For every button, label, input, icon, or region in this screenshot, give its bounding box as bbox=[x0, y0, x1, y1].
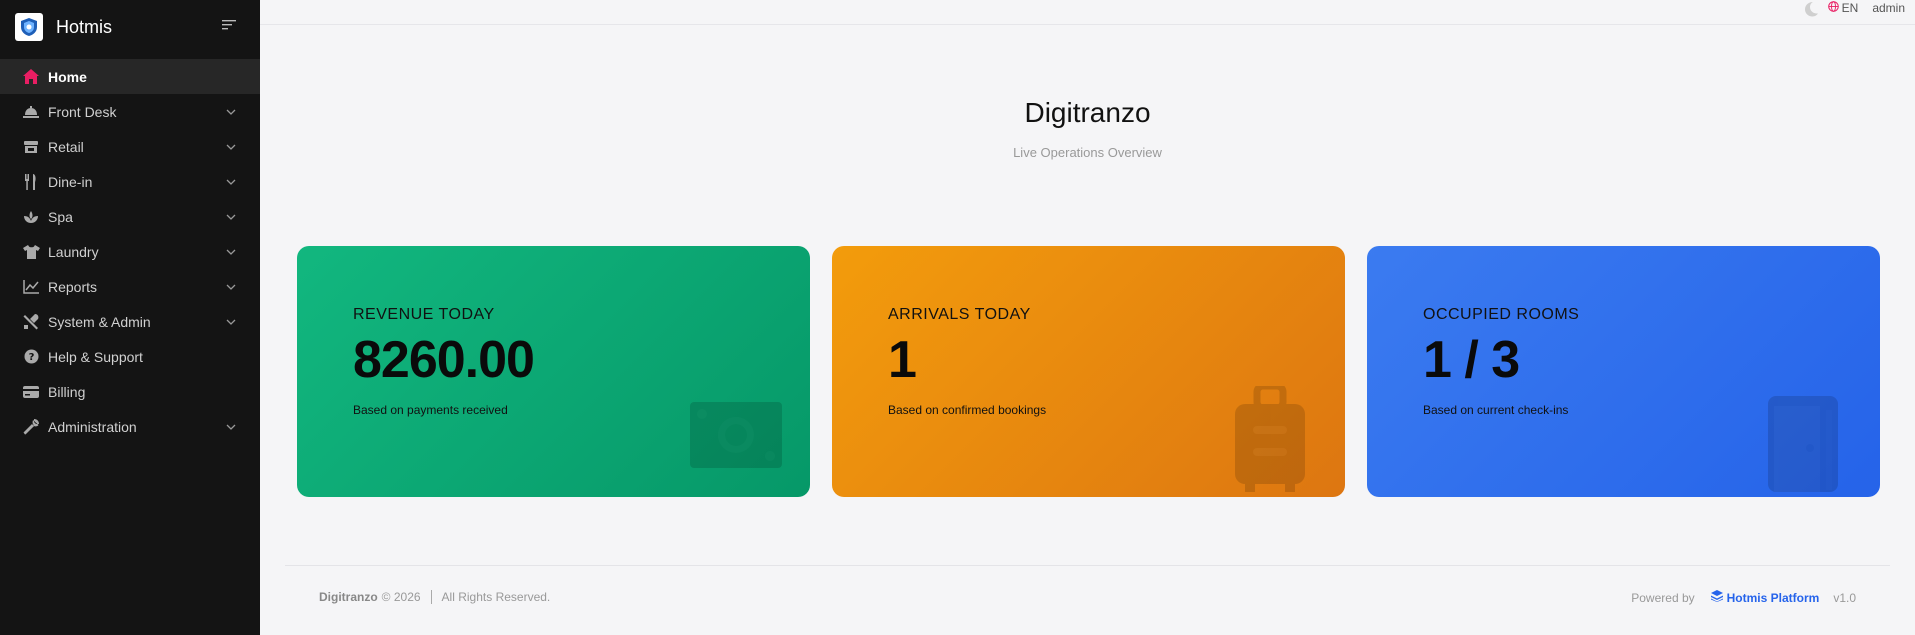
door-icon bbox=[1764, 396, 1842, 497]
sidebar: Hotmis Home Front Desk Retail Dine-in Sp… bbox=[0, 0, 260, 635]
app-logo[interactable] bbox=[15, 13, 43, 41]
sidebar-item-label: Help & Support bbox=[48, 348, 143, 365]
card-note: Based on current check-ins bbox=[1423, 403, 1569, 417]
chart-line-icon bbox=[22, 278, 40, 296]
sidebar-item-label: Retail bbox=[48, 138, 84, 155]
language-selector[interactable]: EN bbox=[1827, 1, 1859, 15]
sidebar-nav: Home Front Desk Retail Dine-in Spa Laund… bbox=[0, 59, 260, 444]
occupied-rooms-card: OCCUPIED ROOMS 1 / 3 Based on current ch… bbox=[1367, 246, 1880, 497]
card-value: 1 / 3 bbox=[1423, 331, 1520, 389]
chevron-down-icon bbox=[224, 245, 238, 259]
card-label: REVENUE TODAY bbox=[353, 306, 495, 323]
card-label: ARRIVALS TODAY bbox=[888, 306, 1031, 323]
brand: Hotmis bbox=[0, 0, 260, 54]
sidebar-item-label: System & Admin bbox=[48, 313, 151, 330]
money-bill-icon bbox=[690, 396, 782, 479]
svg-text:?: ? bbox=[28, 352, 34, 363]
chevron-down-icon bbox=[224, 105, 238, 119]
platform-name: Hotmis Platform bbox=[1726, 590, 1820, 605]
sidebar-item-label: Laundry bbox=[48, 243, 99, 260]
card-value: 8260.00 bbox=[353, 331, 535, 389]
footer-year: © 2026 bbox=[381, 590, 421, 604]
shirt-icon bbox=[22, 243, 40, 261]
theme-toggle-moon-icon[interactable] bbox=[1802, 0, 1820, 18]
sidebar-item-label: Billing bbox=[48, 383, 86, 400]
footer-powered-by: Powered by bbox=[1631, 590, 1695, 605]
footer-version: v1.0 bbox=[1833, 590, 1856, 605]
credit-card-icon bbox=[22, 383, 40, 401]
topbar: EN admin bbox=[260, 0, 1915, 25]
language-label: EN bbox=[1841, 1, 1859, 15]
sidebar-toggle-icon[interactable] bbox=[222, 18, 236, 36]
footer-copyright: Digitranzo © 2026 All Rights Reserved. bbox=[319, 590, 550, 604]
sidebar-item-home[interactable]: Home bbox=[0, 59, 260, 94]
user-menu[interactable]: admin bbox=[1872, 1, 1905, 15]
revenue-today-card: REVENUE TODAY 8260.00 Based on payments … bbox=[297, 246, 810, 497]
sidebar-item-laundry[interactable]: Laundry bbox=[0, 234, 260, 269]
bell-icon bbox=[22, 103, 40, 121]
question-icon: ? bbox=[22, 348, 40, 366]
footer-company: Digitranzo bbox=[319, 590, 378, 604]
platform-link[interactable]: Hotmis Platform bbox=[1710, 590, 1820, 605]
topbar-actions: EN admin bbox=[1802, 0, 1905, 18]
sidebar-item-dine-in[interactable]: Dine-in bbox=[0, 164, 260, 199]
footer: Digitranzo © 2026 All Rights Reserved. P… bbox=[285, 565, 1890, 635]
suitcase-icon bbox=[1235, 382, 1305, 497]
spa-icon bbox=[22, 208, 40, 226]
sidebar-item-administration[interactable]: Administration bbox=[0, 409, 260, 444]
home-icon bbox=[22, 68, 40, 86]
sidebar-item-label: Spa bbox=[48, 208, 73, 225]
chevron-down-icon bbox=[224, 315, 238, 329]
tools-icon bbox=[22, 313, 40, 331]
chevron-down-icon bbox=[224, 280, 238, 294]
sidebar-item-front-desk[interactable]: Front Desk bbox=[0, 94, 260, 129]
page-title: Digitranzo bbox=[1024, 97, 1151, 128]
chevron-down-icon bbox=[224, 210, 238, 224]
footer-rights: All Rights Reserved. bbox=[441, 590, 551, 604]
chevron-down-icon bbox=[224, 140, 238, 154]
main-content: Digitranzo Live Operations Overview REVE… bbox=[260, 25, 1915, 635]
chevron-down-icon bbox=[224, 175, 238, 189]
utensils-icon bbox=[22, 173, 40, 191]
wrench-icon bbox=[22, 418, 40, 436]
app-title: Hotmis bbox=[56, 16, 113, 37]
card-label: OCCUPIED ROOMS bbox=[1423, 306, 1580, 323]
card-value: 1 bbox=[888, 331, 917, 389]
sidebar-item-spa[interactable]: Spa bbox=[0, 199, 260, 234]
sidebar-item-label: Front Desk bbox=[48, 103, 117, 120]
sidebar-item-system-admin[interactable]: System & Admin bbox=[0, 304, 260, 339]
footer-divider bbox=[430, 590, 432, 604]
layers-icon bbox=[1710, 590, 1723, 605]
card-note: Based on payments received bbox=[353, 403, 508, 417]
chevron-down-icon bbox=[224, 420, 238, 434]
page-subtitle: Live Operations Overview bbox=[1013, 145, 1162, 160]
sidebar-item-reports[interactable]: Reports bbox=[0, 269, 260, 304]
sidebar-item-label: Administration bbox=[48, 418, 137, 435]
arrivals-today-card: ARRIVALS TODAY 1 Based on confirmed book… bbox=[832, 246, 1345, 497]
globe-icon bbox=[1827, 1, 1839, 15]
sidebar-item-label: Home bbox=[48, 68, 87, 85]
card-note: Based on confirmed bookings bbox=[888, 403, 1047, 417]
sidebar-item-help-support[interactable]: ? Help & Support bbox=[0, 339, 260, 374]
footer-powered: Powered by Hotmis Platform v1.0 bbox=[1631, 590, 1856, 605]
sidebar-item-label: Dine-in bbox=[48, 173, 93, 190]
sidebar-item-retail[interactable]: Retail bbox=[0, 129, 260, 164]
sidebar-item-billing[interactable]: Billing bbox=[0, 374, 260, 409]
store-icon bbox=[22, 138, 40, 156]
sidebar-item-label: Reports bbox=[48, 278, 98, 295]
